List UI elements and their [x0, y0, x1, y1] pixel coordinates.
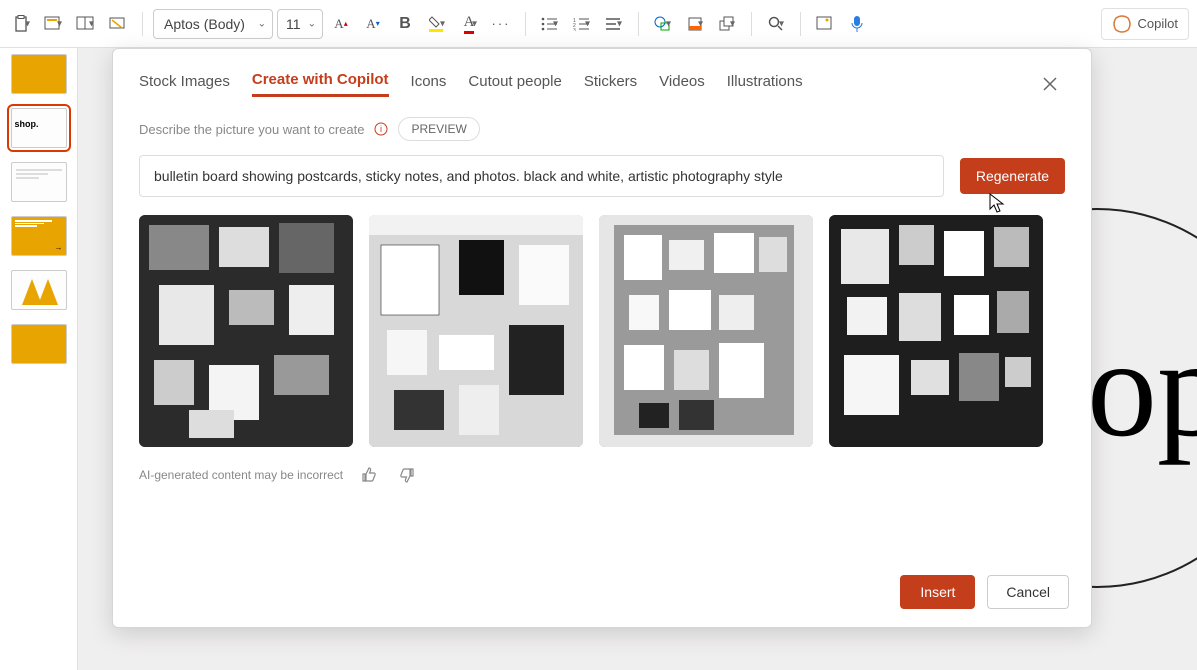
copilot-icon: [1112, 14, 1132, 34]
separator: [751, 12, 752, 36]
paste-button[interactable]: ▾: [8, 8, 36, 40]
slide-thumbnail-4[interactable]: →: [11, 216, 67, 256]
prompt-value: bulletin board showing postcards, sticky…: [154, 168, 783, 184]
ribbon: ▾ ▾ ▾ Aptos (Body) ⌄ 11 ⌄ A▴ A▾ B ▾ A ▾ …: [0, 0, 1197, 48]
dictate-button[interactable]: [843, 8, 871, 40]
ai-disclaimer: AI-generated content may be incorrect: [139, 468, 343, 482]
dialog-footer: Insert Cancel: [113, 561, 1091, 627]
generated-image-1[interactable]: [139, 215, 353, 447]
tab-cutout-people[interactable]: Cutout people: [468, 73, 561, 96]
chevron-down-icon: ⌄: [308, 18, 316, 29]
slide-text-fragment: op: [1087, 308, 1197, 469]
new-slide-button[interactable]: ▾: [40, 8, 68, 40]
slide-thumbnail-2[interactable]: shop.: [11, 108, 67, 148]
slide-thumbnail-5[interactable]: [11, 270, 67, 310]
preview-badge: PREVIEW: [398, 117, 479, 141]
slide-thumbnail-6[interactable]: [11, 324, 67, 364]
tab-stock-images[interactable]: Stock Images: [139, 73, 230, 96]
reset-button[interactable]: [104, 8, 132, 40]
align-button[interactable]: ▾: [600, 8, 628, 40]
separator: [525, 12, 526, 36]
shape-fill-button[interactable]: ▾: [681, 8, 709, 40]
shapes-button[interactable]: ▾: [649, 8, 677, 40]
generated-image-4[interactable]: [829, 215, 1043, 447]
generated-image-2[interactable]: [369, 215, 583, 447]
font-color-button[interactable]: A ▾: [455, 8, 483, 40]
tab-illustrations[interactable]: Illustrations: [727, 73, 803, 96]
designer-button[interactable]: [811, 8, 839, 40]
slide-thumbnail-1[interactable]: [11, 54, 67, 94]
svg-text:3: 3: [573, 28, 576, 31]
tab-stickers[interactable]: Stickers: [584, 73, 637, 96]
close-icon: [1043, 77, 1057, 91]
bold-button[interactable]: B: [391, 8, 419, 40]
describe-label: Describe the picture you want to create: [139, 122, 364, 137]
separator: [800, 12, 801, 36]
layout-button[interactable]: ▾: [72, 8, 100, 40]
highlight-button[interactable]: ▾: [423, 8, 451, 40]
dialog-body: Describe the picture you want to create …: [113, 109, 1091, 561]
increase-font-size-button[interactable]: A▴: [327, 8, 355, 40]
generated-image-3[interactable]: [599, 215, 813, 447]
arrange-button[interactable]: ▾: [713, 8, 741, 40]
thumbs-down-button[interactable]: [395, 463, 419, 487]
font-size-select[interactable]: 11 ⌄: [277, 9, 323, 39]
tab-videos[interactable]: Videos: [659, 73, 705, 96]
more-font-options-button[interactable]: ···: [487, 8, 515, 40]
separator: [142, 12, 143, 36]
svg-text:i: i: [380, 124, 382, 134]
thumbs-up-icon: [361, 467, 377, 483]
regenerate-button[interactable]: Regenerate: [960, 158, 1065, 194]
decrease-font-size-button[interactable]: A▾: [359, 8, 387, 40]
copilot-ribbon-button[interactable]: Copilot: [1101, 8, 1189, 40]
find-button[interactable]: ▾: [762, 8, 790, 40]
thumbnail-text: shop.: [15, 119, 39, 129]
font-size-value: 11: [286, 16, 301, 32]
numbering-button[interactable]: 123 ▾: [568, 8, 596, 40]
cancel-button[interactable]: Cancel: [987, 575, 1069, 609]
chevron-down-icon: ⌄: [258, 18, 266, 29]
insert-button[interactable]: Insert: [900, 575, 975, 609]
thumbs-up-button[interactable]: [357, 463, 381, 487]
font-name-select[interactable]: Aptos (Body) ⌄: [153, 9, 273, 39]
font-name-value: Aptos (Body): [164, 16, 245, 32]
prompt-input[interactable]: bulletin board showing postcards, sticky…: [139, 155, 944, 197]
info-icon: i: [374, 122, 388, 136]
separator: [638, 12, 639, 36]
bullets-button[interactable]: ▾: [536, 8, 564, 40]
slide-thumbnail-panel: shop. →: [0, 48, 78, 670]
close-button[interactable]: [1035, 69, 1065, 99]
slide-thumbnail-3[interactable]: [11, 162, 67, 202]
generated-results: [139, 215, 1065, 447]
insert-image-dialog: Stock Images Create with Copilot Icons C…: [112, 48, 1092, 628]
dialog-tabs: Stock Images Create with Copilot Icons C…: [113, 49, 1091, 109]
thumbs-down-icon: [399, 467, 415, 483]
cursor-icon: [989, 193, 1007, 215]
copilot-ribbon-label: Copilot: [1138, 16, 1178, 31]
tab-create-with-copilot[interactable]: Create with Copilot: [252, 71, 389, 97]
tab-icons[interactable]: Icons: [411, 73, 447, 96]
